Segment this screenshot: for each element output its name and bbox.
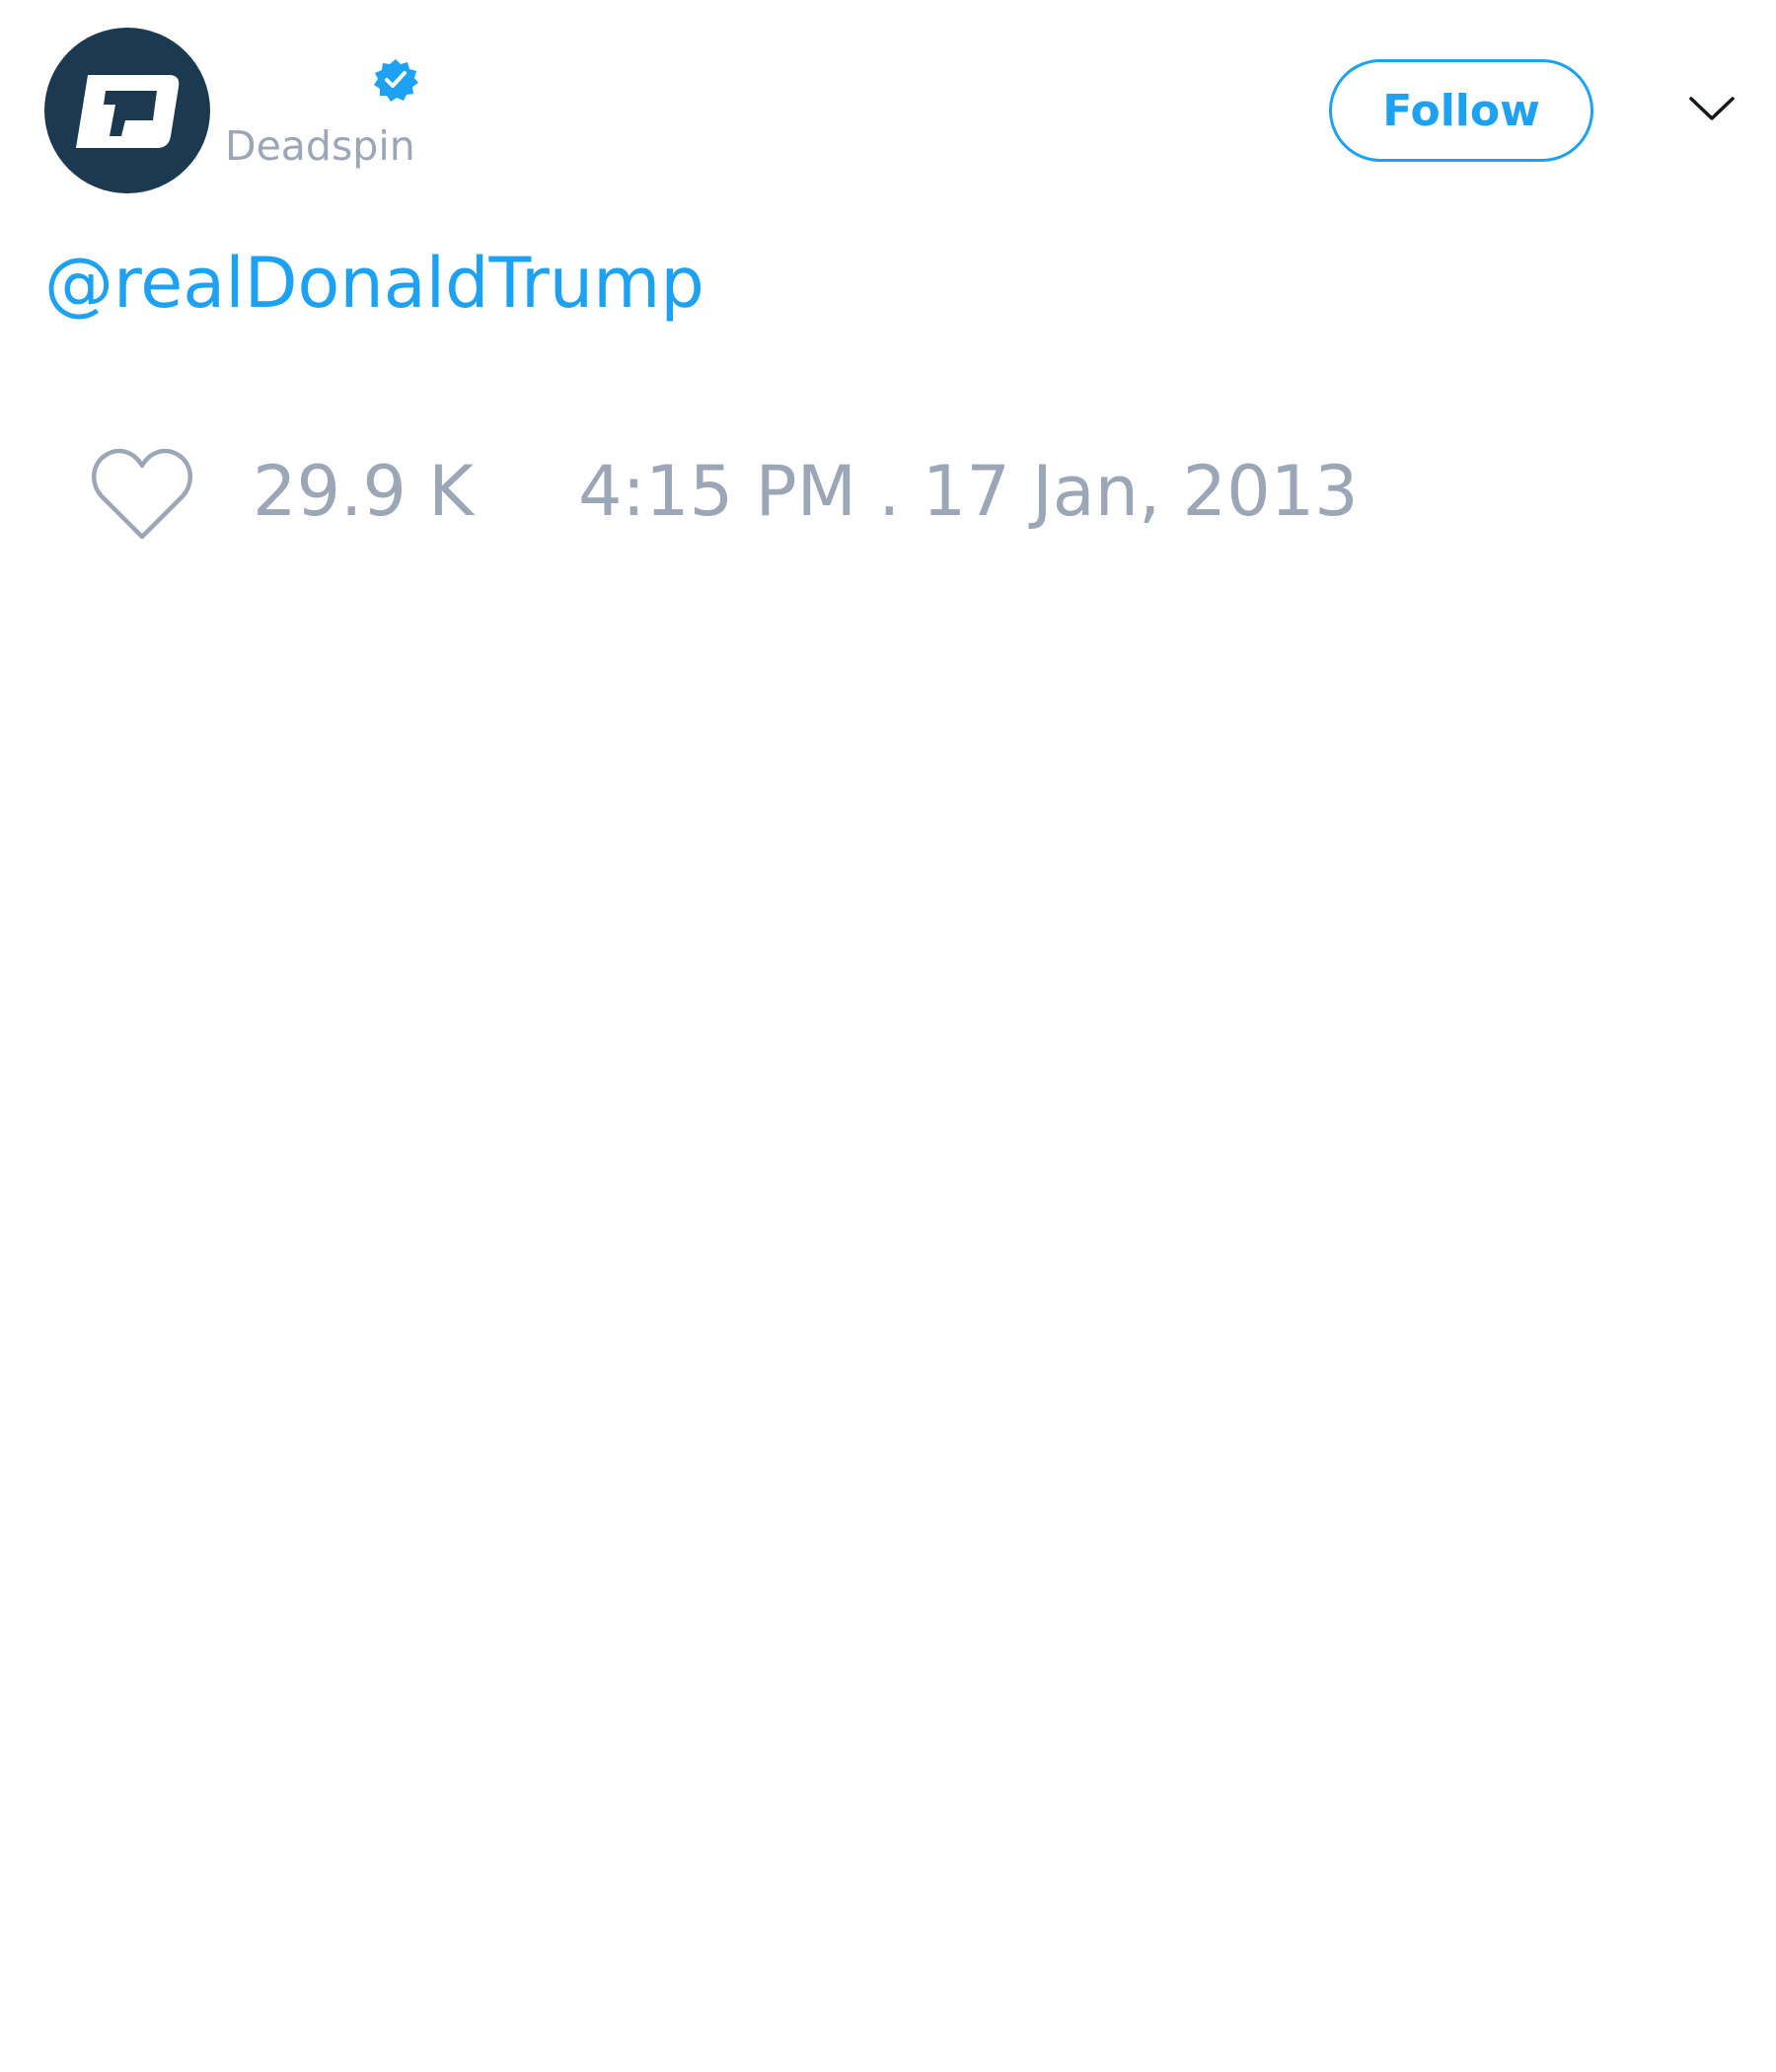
tweet-text: @realDonaldTrump <box>44 249 704 318</box>
avatar[interactable] <box>44 28 210 193</box>
follow-button[interactable]: Follow <box>1329 59 1593 162</box>
heart-icon[interactable] <box>89 446 195 545</box>
mention-link[interactable]: @realDonaldTrump <box>44 243 704 324</box>
like-count: 29.9 K <box>253 451 475 532</box>
verified-badge-icon <box>373 57 418 103</box>
deadspin-logo-icon <box>76 75 180 148</box>
chevron-down-icon[interactable] <box>1687 89 1737 128</box>
tweet-timestamp[interactable]: 4:15 PM . 17 Jan, 2013 <box>578 457 1359 526</box>
author-handle[interactable]: Deadspin <box>225 126 415 167</box>
